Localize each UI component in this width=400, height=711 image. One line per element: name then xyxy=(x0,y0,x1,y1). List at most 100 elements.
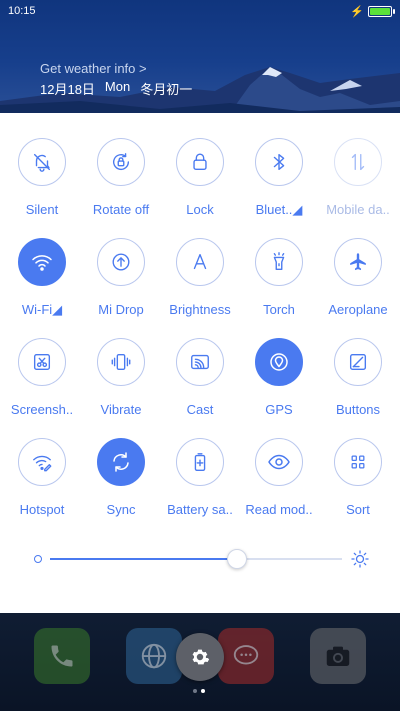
toggle-circle[interactable] xyxy=(18,438,66,486)
brightness-fill xyxy=(50,558,237,560)
toggle-label: Silent xyxy=(25,202,59,217)
weekday-text: Mon xyxy=(104,79,131,94)
toggle-lock[interactable]: Lock xyxy=(160,138,240,228)
browser-app[interactable] xyxy=(126,628,182,684)
toggle-torch[interactable]: Torch xyxy=(239,238,319,328)
toggle-eye[interactable]: Read mod.. xyxy=(239,438,319,528)
messages-icon xyxy=(233,645,259,665)
brightness-a-icon xyxy=(193,253,207,270)
toggle-upload-circle[interactable]: Mi Drop xyxy=(81,238,161,328)
messages-app[interactable] xyxy=(218,628,274,684)
eye-icon xyxy=(268,454,290,470)
toggle-circle[interactable] xyxy=(18,338,66,386)
upload-circle-icon xyxy=(112,253,130,271)
wifi-icon xyxy=(32,255,52,271)
grid-icon xyxy=(351,455,365,469)
toggle-cast[interactable]: Cast xyxy=(160,338,240,428)
toggle-circle[interactable] xyxy=(176,338,224,386)
toggle-circle[interactable] xyxy=(255,338,303,386)
toggle-circle[interactable] xyxy=(97,338,145,386)
toggle-label: Vibrate xyxy=(100,402,142,417)
notification-header: 10:15 ⚡ Get weather info > 12月18日 Mon 冬月… xyxy=(0,0,400,113)
toggle-buttons[interactable]: Buttons xyxy=(318,338,398,428)
toggle-brightness-a[interactable]: Brightness xyxy=(160,238,240,328)
toggle-circle[interactable] xyxy=(97,138,145,186)
toggle-circle[interactable] xyxy=(255,138,303,186)
toggle-circle[interactable] xyxy=(18,238,66,286)
toggle-circle[interactable] xyxy=(255,438,303,486)
home-dock xyxy=(0,613,400,711)
buttons-icon xyxy=(349,353,367,371)
toggle-grid[interactable]: Sort xyxy=(318,438,398,528)
toggle-circle[interactable] xyxy=(97,238,145,286)
battery-icon xyxy=(368,6,395,17)
scissors-icon xyxy=(33,353,51,371)
cast-icon xyxy=(191,354,209,370)
toggle-bell-off[interactable]: Silent xyxy=(2,138,82,228)
toggle-label: GPS xyxy=(265,402,293,417)
toggle-label: Read mod.. xyxy=(245,502,313,517)
toggle-label: Battery sa.. xyxy=(167,502,233,517)
toggle-airplane[interactable]: Aeroplane xyxy=(318,238,398,328)
lock-icon xyxy=(193,153,207,171)
toggle-label: Screensh.. xyxy=(10,402,74,417)
toggle-gps[interactable]: GPS xyxy=(239,338,319,428)
toggle-circle[interactable] xyxy=(334,138,382,186)
toggle-circle[interactable] xyxy=(176,238,224,286)
toggle-battery-saver[interactable]: Battery sa.. xyxy=(160,438,240,528)
bluetooth-icon xyxy=(273,153,285,171)
toggle-sync[interactable]: Sync xyxy=(81,438,161,528)
toggle-label: Lock xyxy=(186,202,214,217)
toggle-label: Sort xyxy=(346,502,370,517)
gear-icon xyxy=(192,649,210,665)
brightness-thumb[interactable] xyxy=(226,549,247,569)
lunar-date-text: 冬月初一 xyxy=(140,82,193,97)
settings-button[interactable] xyxy=(176,633,224,681)
airplane-icon xyxy=(350,253,366,271)
toggle-label: Brightness xyxy=(169,302,231,317)
gps-icon xyxy=(270,353,288,371)
brightness-slider[interactable] xyxy=(30,547,370,571)
toggle-vibrate[interactable]: Vibrate xyxy=(81,338,161,428)
toggle-circle[interactable] xyxy=(334,238,382,286)
torch-icon xyxy=(273,252,285,271)
rotate-lock-icon xyxy=(113,153,130,171)
toggle-bluetooth[interactable]: Bluet..◢ xyxy=(239,138,319,228)
status-icons: ⚡ xyxy=(350,5,395,18)
toggle-label: Mi Drop xyxy=(98,302,144,317)
camera-app[interactable] xyxy=(310,628,366,684)
toggle-label: Aeroplane xyxy=(328,302,388,317)
toggle-label: Rotate off xyxy=(92,202,150,217)
toggle-circle[interactable] xyxy=(176,438,224,486)
brightness-track[interactable] xyxy=(50,549,342,569)
date-text: 12月18日 xyxy=(40,82,95,97)
page-dot-2 xyxy=(201,689,205,693)
brightness-high-icon xyxy=(351,550,369,568)
vibrate-icon xyxy=(111,353,131,371)
date-row[interactable]: 12月18日 Mon 冬月初一 xyxy=(40,79,192,98)
status-time: 10:15 xyxy=(8,5,36,17)
phone-app[interactable] xyxy=(34,628,90,684)
charging-icon: ⚡ xyxy=(350,6,364,18)
toggle-circle[interactable] xyxy=(334,438,382,486)
weather-link[interactable]: Get weather info > xyxy=(40,61,147,76)
toggle-rotate-lock[interactable]: Rotate off xyxy=(81,138,161,228)
toggle-label: Mobile da.. xyxy=(326,202,390,217)
toggle-label: Bluet..◢ xyxy=(255,202,303,217)
toggle-label: Torch xyxy=(263,302,295,317)
phone-icon xyxy=(51,645,73,667)
toggle-wifi[interactable]: Wi-Fi◢ xyxy=(2,238,82,328)
toggle-circle[interactable] xyxy=(334,338,382,386)
toggle-scissors[interactable]: Screensh.. xyxy=(2,338,82,428)
toggle-hotspot[interactable]: Hotspot xyxy=(2,438,82,528)
toggle-circle[interactable] xyxy=(97,438,145,486)
toggle-circle[interactable] xyxy=(255,238,303,286)
mobile-data-icon xyxy=(351,153,365,171)
toggle-mobile-data[interactable]: Mobile da.. xyxy=(318,138,398,228)
page-dot-1 xyxy=(193,689,197,693)
toggle-circle[interactable] xyxy=(176,138,224,186)
brightness-low-icon xyxy=(34,555,42,563)
toggle-circle[interactable] xyxy=(18,138,66,186)
toggle-label: Hotspot xyxy=(19,502,65,517)
toggle-label: Wi-Fi◢ xyxy=(21,302,63,317)
